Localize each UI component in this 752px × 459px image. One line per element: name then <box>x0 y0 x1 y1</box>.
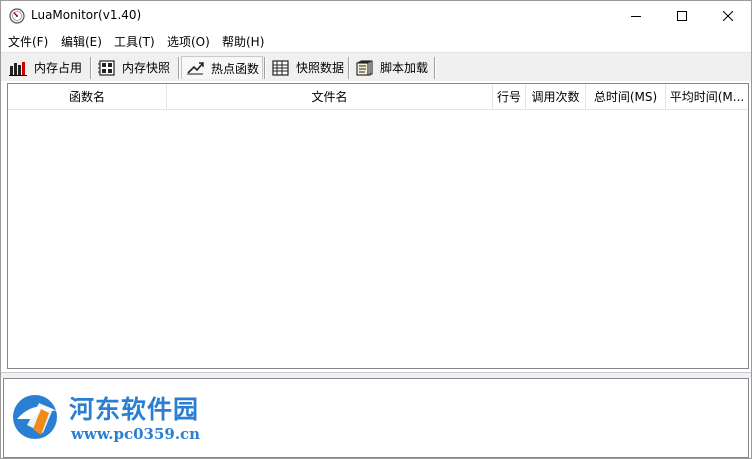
tab-separator <box>90 57 92 79</box>
minimize-button[interactable] <box>613 1 659 31</box>
script-pages-icon <box>355 59 375 76</box>
menu-help[interactable]: 帮助(H) <box>222 33 264 50</box>
tab-separator <box>264 57 266 79</box>
column-header-call-count[interactable]: 调用次数 <box>526 84 586 109</box>
bar-chart-icon <box>9 60 29 76</box>
column-header-file-name[interactable]: 文件名 <box>167 84 493 109</box>
menu-bar: 文件(F) 编辑(E) 工具(T) 选项(O) 帮助(H) <box>1 31 751 51</box>
tab-hot-functions[interactable]: 热点函数 <box>181 56 263 79</box>
hot-functions-list[interactable]: 函数名 文件名 行号 调用次数 总时间(MS) 平均时间(M... <box>7 83 749 369</box>
tab-label: 内存占用 <box>34 61 83 75</box>
hot-function-icon <box>186 60 206 76</box>
tab-script-loading[interactable]: 脚本加载 <box>351 56 433 79</box>
tab-label: 脚本加载 <box>380 61 429 75</box>
title-bar[interactable]: LuaMonitor(v1.40) <box>1 1 751 31</box>
toolbar: 内存占用 内存快照 热点函数 快照数据 脚本加载 <box>1 52 751 81</box>
tab-label: 热点函数 <box>211 61 260 76</box>
menu-file[interactable]: 文件(F) <box>8 33 48 50</box>
gauge-icon <box>9 8 25 24</box>
app-window: LuaMonitor(v1.40) 文件(F) 编辑(E) 工具(T) 选项(O… <box>0 0 752 459</box>
tab-separator <box>178 57 180 79</box>
tab-separator <box>348 57 350 79</box>
memory-chip-icon <box>97 59 117 76</box>
column-header-total-time[interactable]: 总时间(MS) <box>586 84 666 109</box>
maximize-icon <box>677 11 687 21</box>
menu-edit[interactable]: 编辑(E) <box>61 33 102 50</box>
watermark-url: www.pc0359.cn <box>71 425 201 443</box>
tab-snapshot-data[interactable]: 快照数据 <box>267 56 347 79</box>
tab-memory-usage[interactable]: 内存占用 <box>5 56 89 79</box>
watermark-name: 河东软件园 <box>69 395 200 424</box>
tab-memory-snapshot[interactable]: 内存快照 <box>93 56 177 79</box>
watermark-logo-icon <box>9 389 65 445</box>
spreadsheet-icon <box>271 59 291 76</box>
tab-separator <box>434 57 436 79</box>
column-header-line-number[interactable]: 行号 <box>493 84 526 109</box>
minimize-icon <box>631 16 641 17</box>
maximize-button[interactable] <box>659 1 705 31</box>
tab-label: 内存快照 <box>122 61 171 75</box>
column-header-average-time[interactable]: 平均时间(M... <box>666 84 748 109</box>
close-icon <box>723 11 733 21</box>
menu-options[interactable]: 选项(O) <box>167 33 210 50</box>
window-title: LuaMonitor(v1.40) <box>31 8 142 22</box>
close-button[interactable] <box>705 1 751 31</box>
tab-label: 快照数据 <box>296 61 345 75</box>
column-header-function-name[interactable]: 函数名 <box>8 84 167 109</box>
watermark: 河东软件园 www.pc0359.cn <box>9 387 219 447</box>
menu-tools[interactable]: 工具(T) <box>114 33 155 50</box>
list-header: 函数名 文件名 行号 调用次数 总时间(MS) 平均时间(M... <box>8 84 748 110</box>
